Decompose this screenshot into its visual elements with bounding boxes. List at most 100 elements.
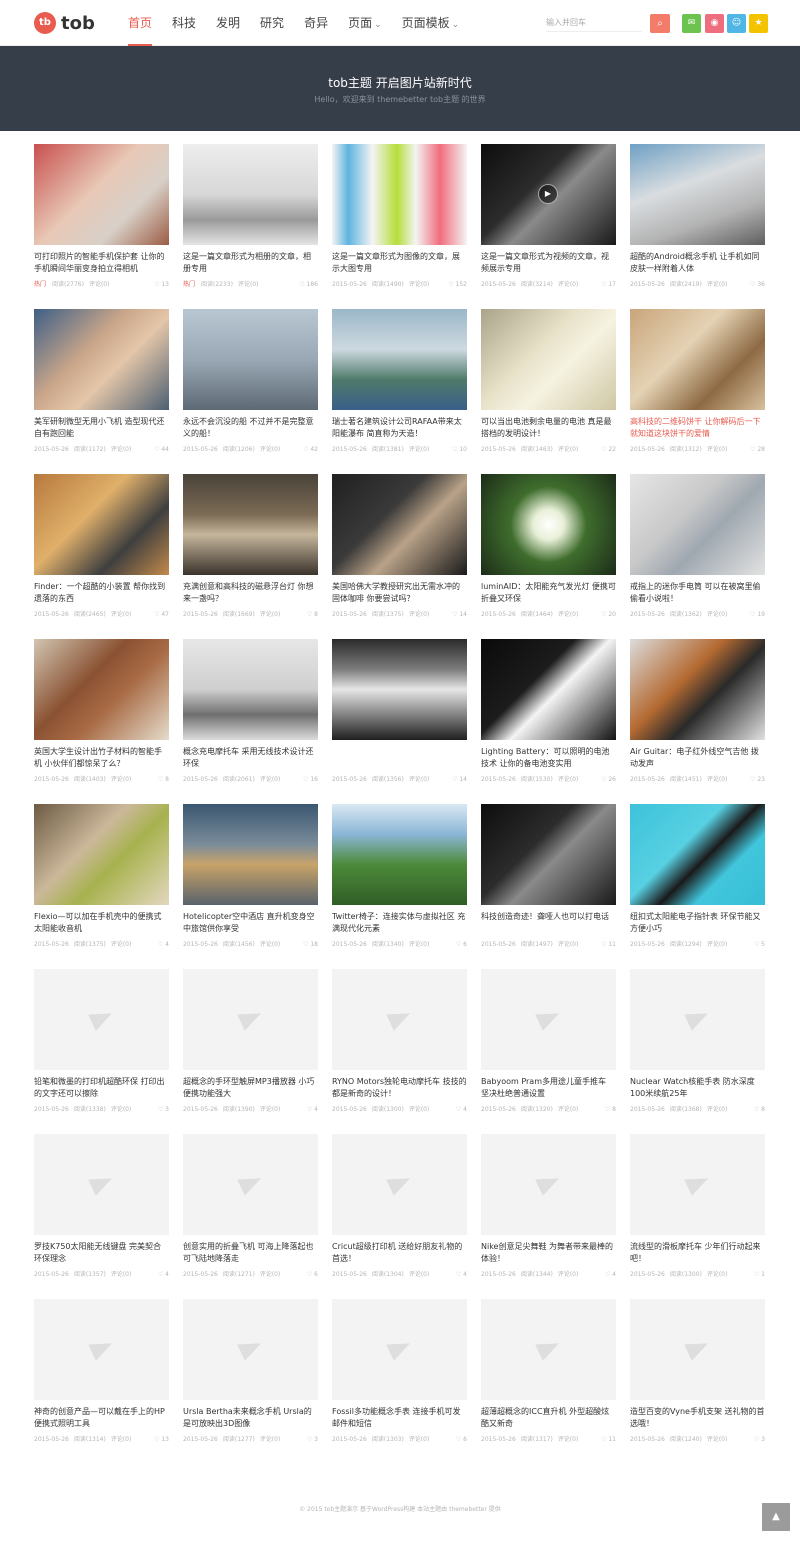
post-thumbnail[interactable] — [34, 144, 169, 245]
nav-item-4[interactable]: 奇异 — [294, 0, 338, 46]
post-title[interactable]: 永远不会沉没的船 不过并不是完整意义的船！ — [183, 416, 318, 440]
like-button[interactable]: ♡ 8 — [754, 1105, 765, 1115]
post-card[interactable]: 科技创造奇迹！聋哑人也可以打电话 2015-05-26 阅读(1497) 评论(0) ♡… — [481, 804, 616, 969]
post-title[interactable]: Hotelicopter空中酒店 直升机变身空中旅馆供你享受 — [183, 911, 318, 935]
post-title[interactable]: Finder：一个超酷的小装置 帮你找到遗落的东西 — [34, 581, 169, 605]
post-title[interactable]: 流线型的滑板摩托车 少年们行动起来吧！ — [630, 1241, 765, 1265]
post-title[interactable]: 科技创造奇迹！聋哑人也可以打电话 — [481, 911, 616, 935]
placeholder-image[interactable] — [332, 1299, 467, 1400]
post-thumbnail[interactable] — [332, 639, 467, 740]
post-card[interactable]: Finder：一个超酷的小装置 帮你找到遗落的东西 2015-05-26 阅读(24… — [34, 474, 169, 639]
like-button[interactable]: ♡ 4 — [158, 1270, 169, 1280]
qq-icon[interactable]: ☺ — [727, 14, 746, 33]
post-title[interactable]: Ursla Bertha未来概念手机 Ursla的是可放映出3D图像 — [183, 1406, 318, 1430]
post-card[interactable]: Babyoom Pram多用途儿童手推车 坚决杜绝普通设置 2015-05-26 阅… — [481, 969, 616, 1134]
post-card[interactable]: 概念充电摩托车 采用无线技术设计还环保 2015-05-26 阅读(2061) 评论(… — [183, 639, 318, 804]
post-card[interactable]: 超概念的手环型触屏MP3播放器 小巧便携功能强大 2015-05-26 阅读(139… — [183, 969, 318, 1134]
post-title[interactable]: 高科技的二维码饼干 让你解码后一下就知道这块饼干的爱情 — [630, 416, 765, 440]
like-button[interactable]: ♡ 3 — [754, 1435, 765, 1445]
placeholder-image[interactable] — [34, 1299, 169, 1400]
post-title[interactable]: Cricut超级打印机 送给好朋友礼物的首选！ — [332, 1241, 467, 1265]
post-card[interactable]: 纽扣式太阳能电子指针表 环保节能又方便小巧 2015-05-26 阅读(1294) 评… — [630, 804, 765, 969]
post-card[interactable]: Ursla Bertha未来概念手机 Ursla的是可放映出3D图像 2015-0… — [183, 1299, 318, 1464]
post-card[interactable]: 铅笔和微墨的打印机超酷环保 打印出的文字还可以擦除 2015-05-26 阅读(13… — [34, 969, 169, 1134]
post-card[interactable]: 美国哈佛大学教授研究出无需水冲的固体咖啡 你要尝试吗？ 2015-05-26 阅读(… — [332, 474, 467, 639]
post-card[interactable]: Air Guitar：电子红外线空气吉他 拨动发声 2015-05-26 阅读(14… — [630, 639, 765, 804]
post-thumbnail[interactable] — [34, 639, 169, 740]
post-thumbnail[interactable] — [630, 144, 765, 245]
placeholder-image[interactable] — [34, 1134, 169, 1235]
star-icon[interactable]: ★ — [749, 14, 768, 33]
post-thumbnail[interactable] — [332, 804, 467, 905]
post-thumbnail[interactable] — [481, 639, 616, 740]
weibo-icon[interactable]: ◉ — [705, 14, 724, 33]
like-button[interactable]: ♡ 152 — [448, 280, 467, 290]
placeholder-image[interactable] — [630, 1299, 765, 1400]
post-card[interactable]: 可以当出电池剩余电量的电池 真是最搭档的发明设计！ 2015-05-26 阅读(14… — [481, 309, 616, 474]
post-title[interactable]: 造型百变的Vyne手机支架 送礼物的首选哦！ — [630, 1406, 765, 1430]
post-title[interactable]: Nike创意足尖舞鞋 为舞者带来最棒的体验！ — [481, 1241, 616, 1265]
like-button[interactable]: ♡ 11 — [601, 940, 616, 950]
like-button[interactable]: ♡ 10 — [452, 445, 467, 455]
like-button[interactable]: ♡ 8 — [605, 1105, 616, 1115]
post-title[interactable]: 纽扣式太阳能电子指针表 环保节能又方便小巧 — [630, 911, 765, 935]
post-card[interactable]: 瑞士著名建筑设计公司RAFAA带来太阳能瀑布 简直称为天造！ 2015-05-26… — [332, 309, 467, 474]
post-thumbnail[interactable] — [34, 309, 169, 410]
like-button[interactable]: ♡ 16 — [303, 775, 318, 785]
post-card[interactable]: 罗技K750太阳能无线键盘 完美契合环保理念 2015-05-26 阅读(1357)… — [34, 1134, 169, 1299]
post-card[interactable]: 高科技的二维码饼干 让你解码后一下就知道这块饼干的爱情 2015-05-26 阅读(… — [630, 309, 765, 474]
post-title[interactable] — [332, 746, 467, 770]
post-card[interactable]: 可打印照片的智能手机保护套 让你的手机瞬间华丽变身拍立得相机 热门 阅读(2776)… — [34, 144, 169, 309]
hot-tag[interactable]: 热门 — [34, 280, 46, 290]
post-title[interactable]: 超薄超概念的ICC直升机 外型超酸炫酷又新奇 — [481, 1406, 616, 1430]
like-button[interactable]: ♡ 4 — [456, 1270, 467, 1280]
nav-item-1[interactable]: 科技 — [162, 0, 206, 46]
post-thumbnail[interactable] — [183, 144, 318, 245]
like-button[interactable]: ♡ 1 — [754, 1270, 765, 1280]
post-title[interactable]: 铅笔和微墨的打印机超酷环保 打印出的文字还可以擦除 — [34, 1076, 169, 1100]
post-title[interactable]: 美军研制微型无用小飞机 造型现代还自有跑回能 — [34, 416, 169, 440]
post-title[interactable]: Nuclear Watch核能手表 防水深度100米续航25年 — [630, 1076, 765, 1100]
like-button[interactable]: ♡ 3 — [307, 1435, 318, 1445]
placeholder-image[interactable] — [183, 1299, 318, 1400]
like-button[interactable]: ♡ 42 — [303, 445, 318, 455]
post-card[interactable]: 这是一篇文章形式为相册的文章，相册专用 热门 阅读(2233) 评论(0) ♡ 186 — [183, 144, 318, 309]
like-button[interactable]: ♡ 14 — [452, 610, 467, 620]
nav-item-5[interactable]: 页面 ⌄ — [338, 0, 392, 46]
post-card[interactable]: 英国大学生设计出竹子材料的智能手机 小伙伴们都惊呆了么？ 2015-05-26 阅读… — [34, 639, 169, 804]
like-button[interactable]: ♡ 6 — [456, 940, 467, 950]
post-card[interactable]: 戒指上的迷你手电筒 可以在被窝里偷偷看小说啦！ 2015-05-26 阅读(1362… — [630, 474, 765, 639]
like-button[interactable]: ♡ 13 — [154, 280, 169, 290]
like-button[interactable]: ♡ 6 — [307, 1270, 318, 1280]
like-button[interactable]: ♡ 28 — [750, 445, 765, 455]
placeholder-image[interactable] — [332, 969, 467, 1070]
post-title[interactable]: Flexio—可以加在手机壳中的便携式太阳能收音机 — [34, 911, 169, 935]
post-card[interactable]: 充满创意和高科技的磁悬浮台灯 你想来一盏吗？ 2015-05-26 阅读(1669)… — [183, 474, 318, 639]
nav-item-0[interactable]: 首页 — [118, 0, 162, 46]
wechat-icon[interactable]: ✉ — [682, 14, 701, 33]
post-card[interactable]: Flexio—可以加在手机壳中的便携式太阳能收音机 2015-05-26 阅读(13… — [34, 804, 169, 969]
post-title[interactable]: 充满创意和高科技的磁悬浮台灯 你想来一盏吗？ — [183, 581, 318, 605]
placeholder-image[interactable] — [481, 969, 616, 1070]
like-button[interactable]: ♡ 23 — [750, 775, 765, 785]
post-card[interactable]: 神奇的创意产品—可以戴在手上的HP便携式照明工具 2015-05-26 阅读(131… — [34, 1299, 169, 1464]
post-thumbnail[interactable] — [630, 639, 765, 740]
post-thumbnail[interactable] — [332, 309, 467, 410]
post-card[interactable]: 超酷的Android概念手机 让手机如同皮肤一样附着人体 2015-05-26 阅读… — [630, 144, 765, 309]
post-card[interactable]: 永远不会沉没的船 不过并不是完整意义的船！ 2015-05-26 阅读(1206) 评… — [183, 309, 318, 474]
post-thumbnail[interactable] — [183, 804, 318, 905]
post-title[interactable]: 美国哈佛大学教授研究出无需水冲的固体咖啡 你要尝试吗？ — [332, 581, 467, 605]
post-title[interactable]: 可打印照片的智能手机保护套 让你的手机瞬间华丽变身拍立得相机 — [34, 251, 169, 275]
search-input[interactable] — [546, 14, 642, 32]
nav-item-6[interactable]: 页面模板 ⌄ — [392, 0, 470, 46]
post-card[interactable]: 造型百变的Vyne手机支架 送礼物的首选哦！ 2015-05-26 阅读(1240)… — [630, 1299, 765, 1464]
post-thumbnail[interactable]: ▶ — [481, 144, 616, 245]
post-card[interactable]: 流线型的滑板摩托车 少年们行动起来吧！ 2015-05-26 阅读(1300) 评论(… — [630, 1134, 765, 1299]
post-title[interactable]: 概念充电摩托车 采用无线技术设计还环保 — [183, 746, 318, 770]
post-card[interactable]: Hotelicopter空中酒店 直升机变身空中旅馆供你享受 2015-05-26… — [183, 804, 318, 969]
like-button[interactable]: ♡ 8 — [307, 610, 318, 620]
post-thumbnail[interactable] — [481, 309, 616, 410]
post-card[interactable]: 这是一篇文章形式为图像的文章，展示大图专用 2015-05-26 阅读(1490) 评… — [332, 144, 467, 309]
post-thumbnail[interactable] — [630, 474, 765, 575]
post-title[interactable]: Twitter椅子：连接实体与虚拟社区 充满现代化元素 — [332, 911, 467, 935]
